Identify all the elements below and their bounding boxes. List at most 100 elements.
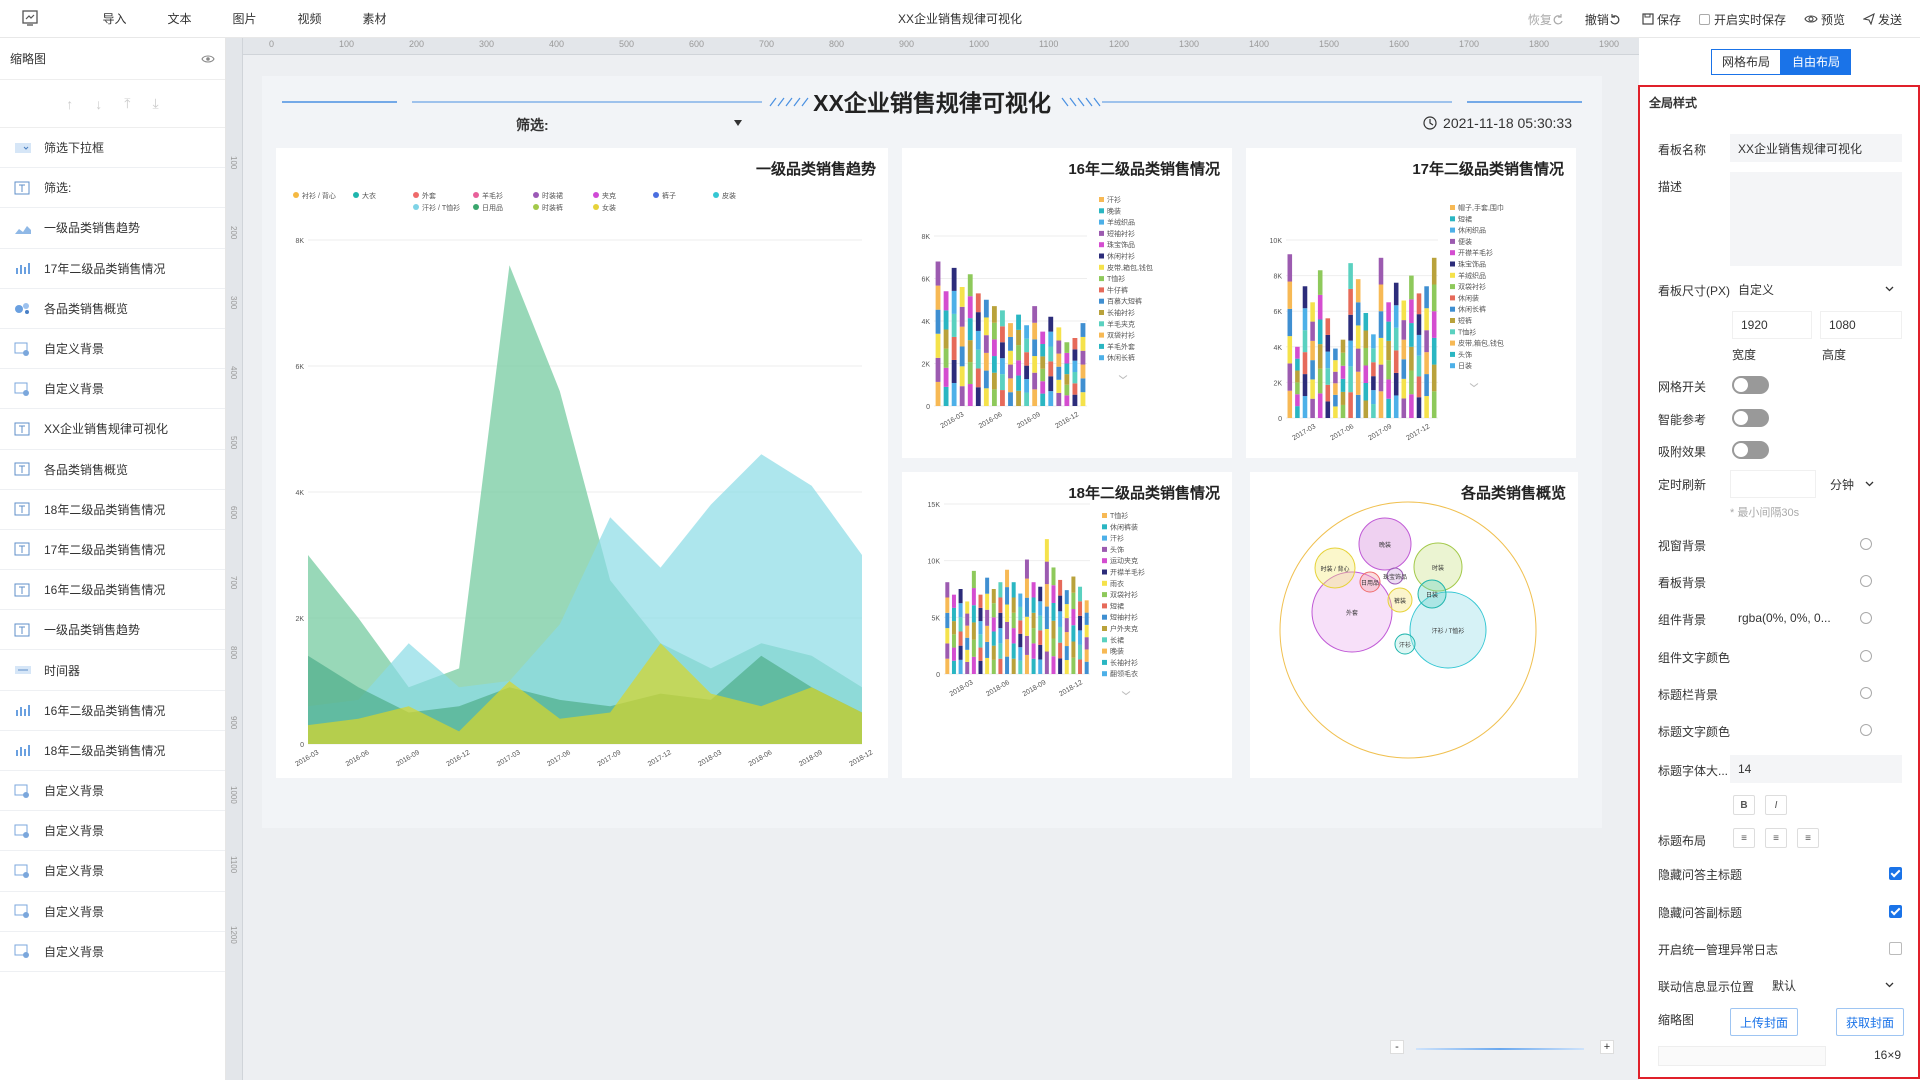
- layer-item[interactable]: XX企业销售规律可视化: [0, 409, 225, 450]
- smart-guide-switch[interactable]: [1732, 409, 1769, 427]
- y-tick-label: 4K: [921, 319, 930, 326]
- x-tick-label: 2016-06: [345, 749, 371, 768]
- layer-label: 一级品类销售趋势: [44, 623, 141, 638]
- board-size-select[interactable]: 自定义: [1730, 275, 1902, 303]
- save-button[interactable]: 保存: [1642, 11, 1681, 28]
- hide-main-title-checkbox[interactable]: [1889, 867, 1902, 880]
- grid-switch[interactable]: [1732, 376, 1769, 394]
- menu-assets[interactable]: 素材: [342, 0, 407, 38]
- bubble-label: 时装 / 背心: [1320, 565, 1349, 573]
- legend-label: 双袋衬衫: [1107, 331, 1135, 340]
- menu-text[interactable]: 文本: [147, 0, 212, 38]
- zoom-out-button[interactable]: -: [1390, 1040, 1404, 1054]
- layer-item[interactable]: 16年二级品类销售情况: [0, 691, 225, 731]
- bar18-panel[interactable]: 18年二级品类销售情况 0 5K 10K 15K 2018-03 2018-06 2018-…: [902, 472, 1232, 778]
- width-input[interactable]: 1920: [1732, 311, 1812, 339]
- layer-item[interactable]: 筛选下拉框: [0, 128, 225, 169]
- layer-item[interactable]: 一级品类销售趋势: [0, 208, 225, 249]
- snap-switch[interactable]: [1732, 441, 1769, 459]
- zoom-slider[interactable]: [1416, 1048, 1584, 1050]
- layer-item[interactable]: 自定义背景: [0, 932, 225, 972]
- bar-segment: [1348, 263, 1353, 289]
- get-cover-button[interactable]: 获取封面: [1836, 1008, 1904, 1036]
- bar-segment: [1355, 325, 1361, 349]
- move-top-icon[interactable]: ⤒: [124, 95, 130, 112]
- eye-icon[interactable]: [201, 54, 215, 64]
- preview-button[interactable]: 预览: [1804, 11, 1845, 28]
- bar-segment: [1032, 322, 1038, 340]
- component-bg-color-picker[interactable]: [1860, 612, 1872, 624]
- align-right-icon[interactable]: ≡: [1797, 828, 1819, 848]
- realtime-save-checkbox[interactable]: [1698, 13, 1710, 25]
- legend-swatch: [1102, 659, 1107, 665]
- layer-item[interactable]: 自定义背景: [0, 811, 225, 852]
- title-font-size-input[interactable]: 14: [1730, 755, 1902, 783]
- bar-segment: [1348, 314, 1353, 341]
- tab-free-layout[interactable]: 自由布局: [1781, 49, 1851, 75]
- bold-button[interactable]: B: [1733, 795, 1755, 815]
- height-input[interactable]: 1080: [1820, 311, 1902, 339]
- align-center-icon[interactable]: ≡: [1765, 828, 1787, 848]
- titlebar-bg-color-picker[interactable]: [1860, 687, 1872, 699]
- layer-item[interactable]: 自定义背景: [0, 771, 225, 812]
- layer-item[interactable]: 各品类销售概览: [0, 289, 225, 329]
- bar17-panel[interactable]: 17年二级品类销售情况 0 2K 4K 6K 8K 10K 2017-03 2017-06 20…: [1246, 148, 1576, 458]
- hide-sub-title-checkbox[interactable]: [1889, 905, 1902, 918]
- zoom-in-button[interactable]: +: [1600, 1040, 1614, 1054]
- board-name-input[interactable]: XX企业销售规律可视化: [1730, 134, 1902, 162]
- trend-panel[interactable]: 一级品类销售趋势 衬衫 / 背心 大衣 外套 羊毛衫 时装裙 夹克 裤子 皮装 汗衫 / T恤衫…: [276, 148, 888, 778]
- tab-grid-layout[interactable]: 网格布局: [1711, 49, 1781, 75]
- layer-item[interactable]: 各品类销售概览: [0, 450, 225, 490]
- refresh-interval-input[interactable]: [1730, 470, 1816, 498]
- bar-segment: [945, 612, 950, 629]
- component-text-color-picker[interactable]: [1860, 650, 1872, 662]
- bar16-panel[interactable]: 16年二级品类销售情况 0 2K 4K 6K 8K 2016-03 2016-06 2016-…: [902, 148, 1232, 458]
- layer-item[interactable]: 17年二级品类销售情况: [0, 530, 225, 571]
- refresh-unit-select[interactable]: 分钟: [1822, 470, 1882, 498]
- filter-dropdown[interactable]: [562, 114, 742, 134]
- app-logo-icon[interactable]: [22, 10, 38, 26]
- layer-item[interactable]: 18年二级品类销售情况: [0, 731, 225, 771]
- realtime-save-toggle[interactable]: 开启实时保存: [1698, 11, 1786, 28]
- move-down-icon[interactable]: ↓: [95, 96, 102, 112]
- layer-item[interactable]: 16年二级品类销售情况: [0, 570, 225, 611]
- board-bg-color-picker[interactable]: [1860, 575, 1872, 587]
- move-bottom-icon[interactable]: ⤓: [153, 95, 159, 112]
- menu-import[interactable]: 导入: [82, 0, 147, 38]
- window-bg-color-picker[interactable]: [1860, 538, 1872, 550]
- layer-item[interactable]: 自定义背景: [0, 369, 225, 410]
- error-log-checkbox[interactable]: [1889, 942, 1902, 955]
- upload-cover-button[interactable]: 上传封面: [1730, 1008, 1798, 1036]
- undo-icon: [1610, 14, 1620, 25]
- bar-segment: [951, 313, 957, 337]
- layer-item[interactable]: 17年二级品类销售情况: [0, 249, 225, 289]
- bar-segment: [1011, 643, 1016, 659]
- undo-button[interactable]: 撤销: [1585, 11, 1624, 28]
- layer-item[interactable]: 一级品类销售趋势: [0, 610, 225, 651]
- menu-image[interactable]: 图片: [212, 0, 277, 38]
- layer-item[interactable]: 自定义背景: [0, 892, 225, 932]
- layer-item[interactable]: 时间器: [0, 650, 225, 691]
- overview-panel[interactable]: 各品类销售概览 外套 晚装 时装 / 背心 汗衫 / T恤衫 时装 日装 裤装 日用品 珠宝饰品…: [1250, 472, 1578, 778]
- bar-segment: [1078, 644, 1083, 660]
- text-icon: [14, 623, 32, 637]
- publish-button[interactable]: 发送: [1862, 11, 1902, 28]
- component-bg-value[interactable]: rgba(0%, 0%, 0...: [1738, 611, 1831, 625]
- description-textarea[interactable]: [1730, 172, 1902, 266]
- layer-item[interactable]: 自定义背景: [0, 851, 225, 892]
- layer-item[interactable]: 筛选:: [0, 168, 225, 209]
- align-left-icon[interactable]: ≡: [1733, 828, 1755, 848]
- legend-label: 雨衣: [1110, 579, 1124, 588]
- bar-segment: [991, 372, 997, 390]
- bar-segment: [1386, 340, 1391, 361]
- bar-segment: [1011, 582, 1016, 598]
- layer-item[interactable]: 18年二级品类销售情况: [0, 490, 225, 530]
- title-text-color-picker[interactable]: [1860, 724, 1872, 736]
- layer-item[interactable]: 自定义背景: [0, 329, 225, 370]
- restore-button[interactable]: 恢复: [1528, 11, 1567, 28]
- italic-button[interactable]: I: [1765, 795, 1787, 815]
- menu-video[interactable]: 视频: [277, 0, 342, 38]
- ruler-tick: 200: [229, 226, 238, 240]
- link-info-position-select[interactable]: 默认: [1764, 971, 1902, 999]
- move-up-icon[interactable]: ↑: [66, 96, 73, 112]
